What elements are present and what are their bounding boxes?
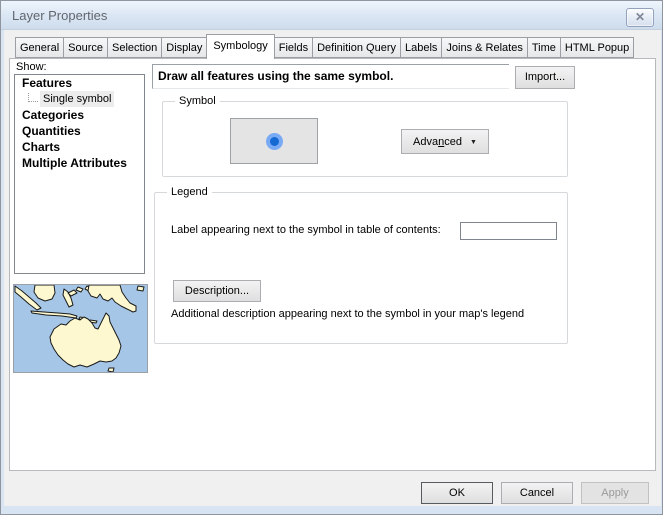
dropdown-arrow-icon: ▼ [470, 139, 477, 146]
show-item-features[interactable]: Features [15, 75, 144, 91]
symbology-tab-page: Show: Features Single symbol Categories … [9, 58, 656, 471]
tab-source[interactable]: Source [64, 37, 108, 58]
apply-button[interactable]: Apply [581, 482, 649, 504]
titlebar[interactable]: Layer Properties ✕ [1, 1, 662, 30]
point-symbol-icon [266, 133, 283, 150]
symbol-groupbox: Symbol Advanced ▼ [162, 101, 568, 177]
show-tree-list: Features Single symbol Categories Quanti… [14, 74, 145, 274]
legend-group-label: Legend [167, 185, 212, 199]
dialog-content: General Source Selection Display Symbolo… [4, 30, 661, 506]
tab-display[interactable]: Display [162, 37, 207, 58]
selected-item-label: Single symbol [40, 91, 114, 107]
symbol-preview-button[interactable] [230, 118, 318, 164]
map-preview [13, 284, 148, 373]
cancel-button[interactable]: Cancel [501, 482, 573, 504]
show-label: Show: [16, 61, 47, 73]
point-symbol-core [270, 137, 279, 146]
show-item-quantities[interactable]: Quantities [15, 123, 144, 139]
symbol-group-label: Symbol [175, 94, 220, 108]
description-button[interactable]: Description... [173, 280, 261, 302]
drawing-method-heading: Draw all features using the same symbol. [152, 64, 509, 89]
tab-general[interactable]: General [15, 37, 64, 58]
close-icon: ✕ [635, 10, 645, 24]
tab-html-popup[interactable]: HTML Popup [561, 37, 634, 58]
show-item-single-symbol[interactable]: Single symbol [15, 91, 144, 107]
tab-joins-relates[interactable]: Joins & Relates [442, 37, 527, 58]
tree-branch-icon [28, 93, 38, 102]
window-title: Layer Properties [12, 8, 107, 23]
close-button[interactable]: ✕ [626, 8, 654, 27]
tab-definition-query[interactable]: Definition Query [313, 37, 401, 58]
show-item-multiple-attributes[interactable]: Multiple Attributes [15, 155, 144, 171]
tab-time[interactable]: Time [528, 37, 561, 58]
legend-label-caption: Label appearing next to the symbol in ta… [171, 224, 441, 236]
show-item-categories[interactable]: Categories [15, 107, 144, 123]
tab-symbology[interactable]: Symbology [206, 34, 274, 59]
tab-selection[interactable]: Selection [108, 37, 162, 58]
ok-button[interactable]: OK [421, 482, 493, 504]
tab-labels[interactable]: Labels [401, 37, 442, 58]
tab-fields[interactable]: Fields [275, 37, 313, 58]
legend-label-input[interactable] [460, 222, 557, 240]
legend-additional-caption: Additional description appearing next to… [171, 308, 524, 320]
legend-groupbox: Legend Label appearing next to the symbo… [154, 192, 568, 344]
show-item-charts[interactable]: Charts [15, 139, 144, 155]
advanced-dropdown-button[interactable]: Advanced ▼ [401, 129, 489, 154]
tab-strip: General Source Selection Display Symbolo… [15, 34, 634, 58]
layer-properties-dialog: Layer Properties ✕ General Source Select… [0, 0, 663, 515]
advanced-label: Advanced [413, 136, 462, 148]
import-button[interactable]: Import... [515, 66, 575, 89]
